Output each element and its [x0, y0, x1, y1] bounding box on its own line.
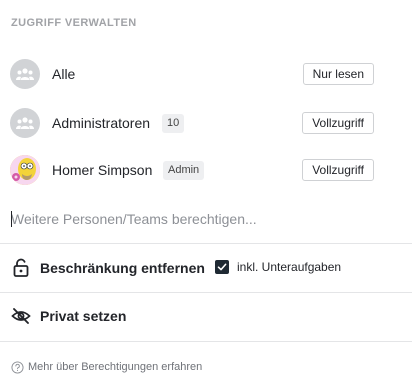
add-people-input[interactable] — [11, 208, 371, 230]
help-icon — [11, 360, 24, 374]
access-row-homer-simpson: Homer Simpson Admin Vollzugriff — [0, 155, 412, 189]
section-title: ZUGRIFF VERWALTEN — [11, 17, 137, 29]
user-name: Homer Simpson — [52, 162, 153, 178]
permission-button-administratoren[interactable]: Vollzugriff — [302, 112, 374, 134]
checkmark-icon — [217, 263, 227, 271]
group-avatar-icon — [10, 59, 40, 89]
private-row: Privat setzen — [0, 302, 412, 332]
admin-badge: Admin — [163, 161, 205, 180]
unlock-icon — [13, 258, 29, 277]
access-row-alle: Alle Nur lesen — [0, 59, 412, 93]
include-subtasks-checkbox[interactable] — [215, 260, 229, 274]
user-name: Alle — [52, 66, 76, 82]
member-count-badge: 10 — [162, 114, 185, 133]
permissions-help-link[interactable]: Mehr über Berechtigungen erfahren — [28, 361, 202, 373]
homer-avatar — [10, 155, 40, 185]
divider — [0, 292, 412, 293]
include-subtasks-label: inkl. Unteraufgaben — [237, 260, 342, 274]
access-row-administratoren: Administratoren 10 Vollzugriff — [0, 108, 412, 142]
divider — [0, 243, 412, 244]
divider — [0, 341, 412, 342]
group-avatar-icon — [10, 108, 40, 138]
user-name: Administratoren — [52, 115, 151, 131]
help-footer: Mehr über Berechtigungen erfahren — [11, 359, 202, 375]
remove-restriction-button[interactable]: Beschränkung entfernen — [40, 260, 205, 276]
eye-off-icon — [11, 308, 31, 324]
permission-button-alle[interactable]: Nur lesen — [302, 63, 374, 85]
restriction-row: Beschränkung entfernen inkl. Unteraufgab… — [0, 254, 412, 284]
set-private-button[interactable]: Privat setzen — [40, 308, 126, 324]
text-caret — [11, 211, 12, 227]
permission-button-homer-simpson[interactable]: Vollzugriff — [302, 159, 374, 181]
